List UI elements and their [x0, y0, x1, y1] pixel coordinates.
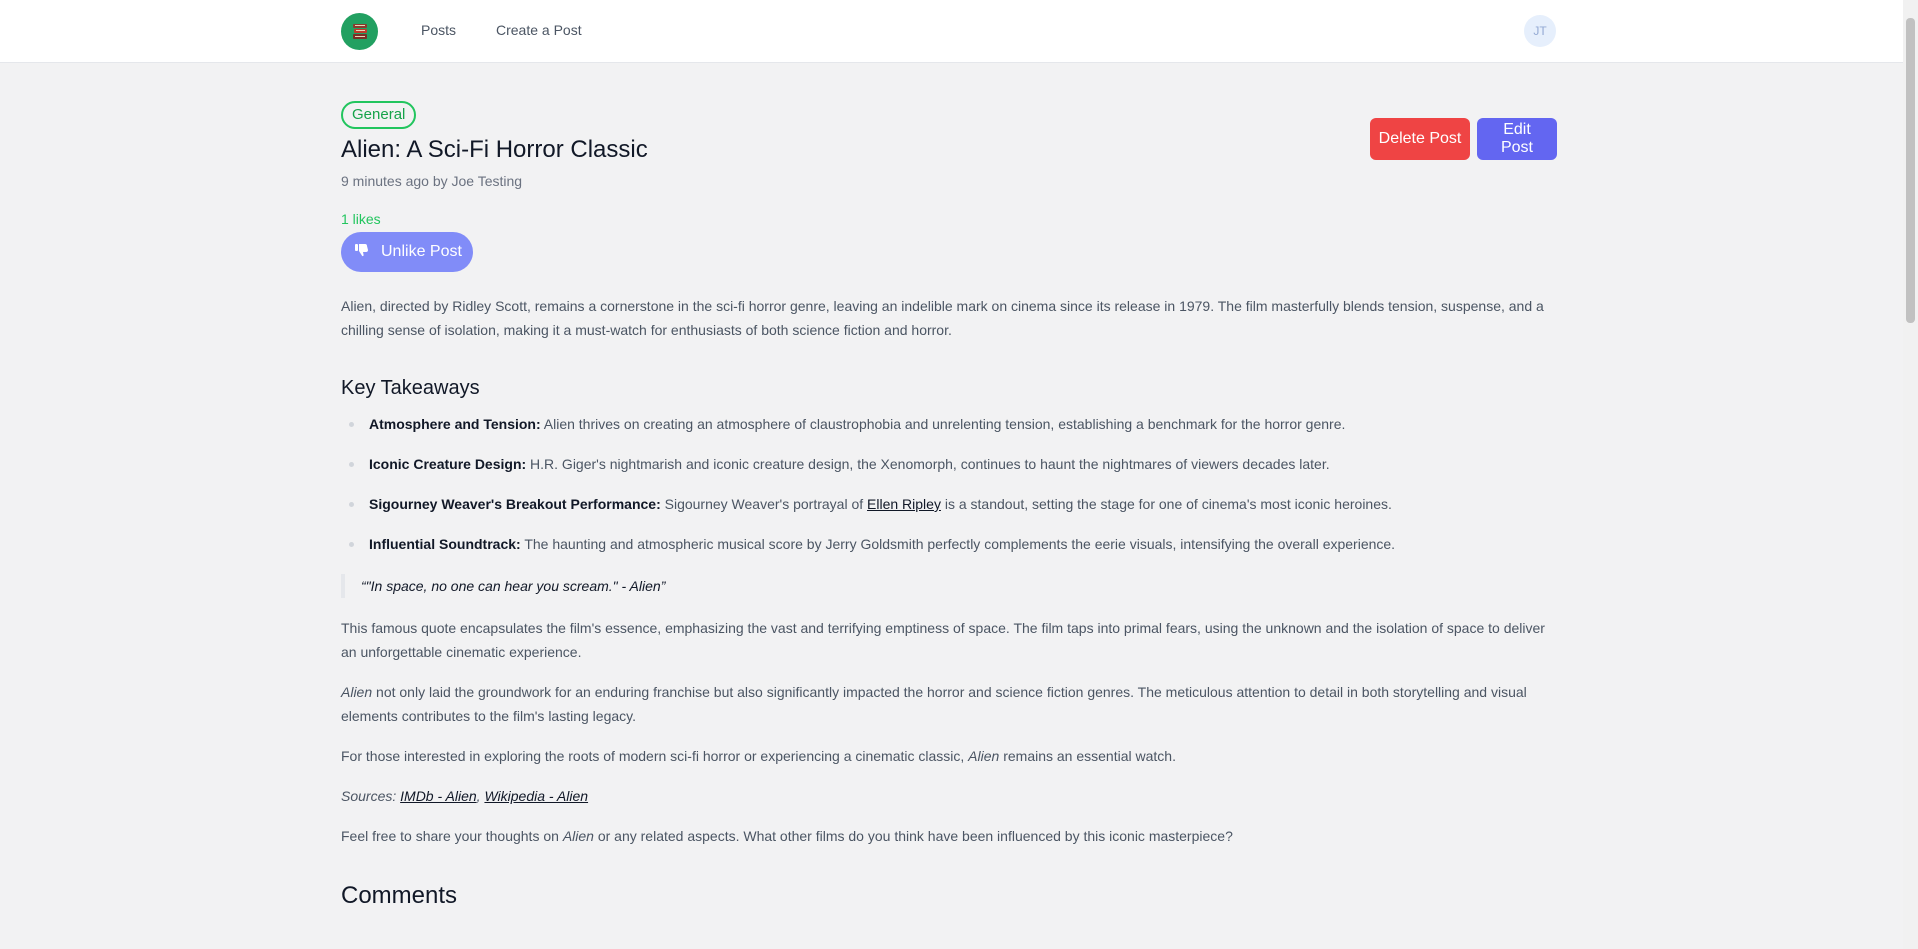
- list-item: Sigourney Weaver's Breakout Performance:…: [341, 492, 1557, 532]
- unlike-post-label: Unlike Post: [381, 243, 462, 260]
- sources-label: Sources:: [341, 788, 401, 804]
- nav-link-posts[interactable]: Posts: [421, 22, 456, 38]
- nav-link-create-post[interactable]: Create a Post: [496, 22, 582, 38]
- blockquote: “"In space, no one can hear you scream."…: [341, 574, 1557, 598]
- watch-text: For those interested in exploring the ro…: [341, 748, 969, 764]
- bullet-icon: [349, 502, 354, 507]
- quote-paragraph: This famous quote encapsulates the film'…: [341, 620, 1545, 660]
- share-text: or any related aspects. What other films…: [593, 828, 1233, 844]
- edit-post-button[interactable]: Edit Post: [1477, 118, 1557, 160]
- category-badge[interactable]: General: [341, 101, 417, 129]
- list-item-text: Sigourney Weaver's portrayal of: [660, 496, 868, 512]
- delete-post-button[interactable]: Delete Post: [1370, 118, 1470, 160]
- list-item-term: Influential Soundtrack:: [369, 536, 521, 552]
- list-item-term: Atmosphere and Tension:: [369, 416, 541, 432]
- legacy-text: not only laid the groundwork for an endu…: [341, 684, 1527, 724]
- book-stack-icon[interactable]: [341, 13, 378, 50]
- takeaways-heading: Key Takeaways: [341, 377, 480, 399]
- alien-emphasis: Alien: [968, 748, 1000, 764]
- bullet-icon: [349, 542, 354, 547]
- sources-paragraph: Sources: IMDb - Alien, Wikipedia - Alien: [341, 784, 1557, 808]
- bullet-icon: [349, 422, 354, 427]
- list-item: Influential Soundtrack: The haunting and…: [341, 532, 1557, 572]
- navbar: Posts Create a Post JT: [0, 0, 1903, 63]
- imdb-link[interactable]: IMDb - Alien: [400, 788, 477, 804]
- post-title: Alien: A Sci-Fi Horror Classic: [341, 136, 648, 163]
- list-item-text: H.R. Giger's nightmarish and iconic crea…: [526, 456, 1330, 472]
- list-item: Atmosphere and Tension: Alien thrives on…: [341, 412, 1557, 452]
- scrollbar-thumb[interactable]: [1906, 18, 1915, 323]
- share-paragraph: Feel free to share your thoughts on Alie…: [341, 824, 1557, 848]
- list-item-text: Alien thrives on creating an atmosphere …: [540, 416, 1346, 432]
- ellen-ripley-link[interactable]: Ellen Ripley: [867, 496, 941, 512]
- bullet-icon: [349, 462, 354, 467]
- legacy-paragraph: Alien not only laid the groundwork for a…: [341, 680, 1557, 728]
- watch-text: remains an essential watch.: [999, 748, 1176, 764]
- post-meta: 9 minutes ago by Joe Testing: [341, 173, 523, 189]
- alien-emphasis: Alien: [562, 828, 594, 844]
- list-item-text: is a standout, setting the stage for one…: [940, 496, 1392, 512]
- list-item-term: Iconic Creature Design:: [369, 456, 527, 472]
- post-body: Alien, directed by Ridley Scott, remains…: [341, 294, 1557, 848]
- alien-emphasis: Alien: [341, 684, 373, 700]
- avatar[interactable]: JT: [1524, 15, 1556, 47]
- takeaways-list: Atmosphere and Tension: Alien thrives on…: [341, 412, 1557, 572]
- wikipedia-link[interactable]: Wikipedia - Alien: [484, 788, 588, 804]
- likes-count: 1 likes: [341, 211, 381, 227]
- share-text: Feel free to share your thoughts on: [341, 828, 563, 844]
- list-item-text: The haunting and atmospheric musical sco…: [520, 536, 1396, 552]
- comments-heading: Comments: [341, 882, 458, 909]
- intro-paragraph: Alien, directed by Ridley Scott, remains…: [341, 298, 1544, 338]
- unlike-post-button[interactable]: Unlike Post: [341, 232, 473, 272]
- list-item: Iconic Creature Design: H.R. Giger's nig…: [341, 452, 1557, 492]
- list-item-term: Sigourney Weaver's Breakout Performance:: [369, 496, 661, 512]
- thumbs-down-icon: [355, 243, 369, 262]
- watch-paragraph: For those interested in exploring the ro…: [341, 744, 1557, 768]
